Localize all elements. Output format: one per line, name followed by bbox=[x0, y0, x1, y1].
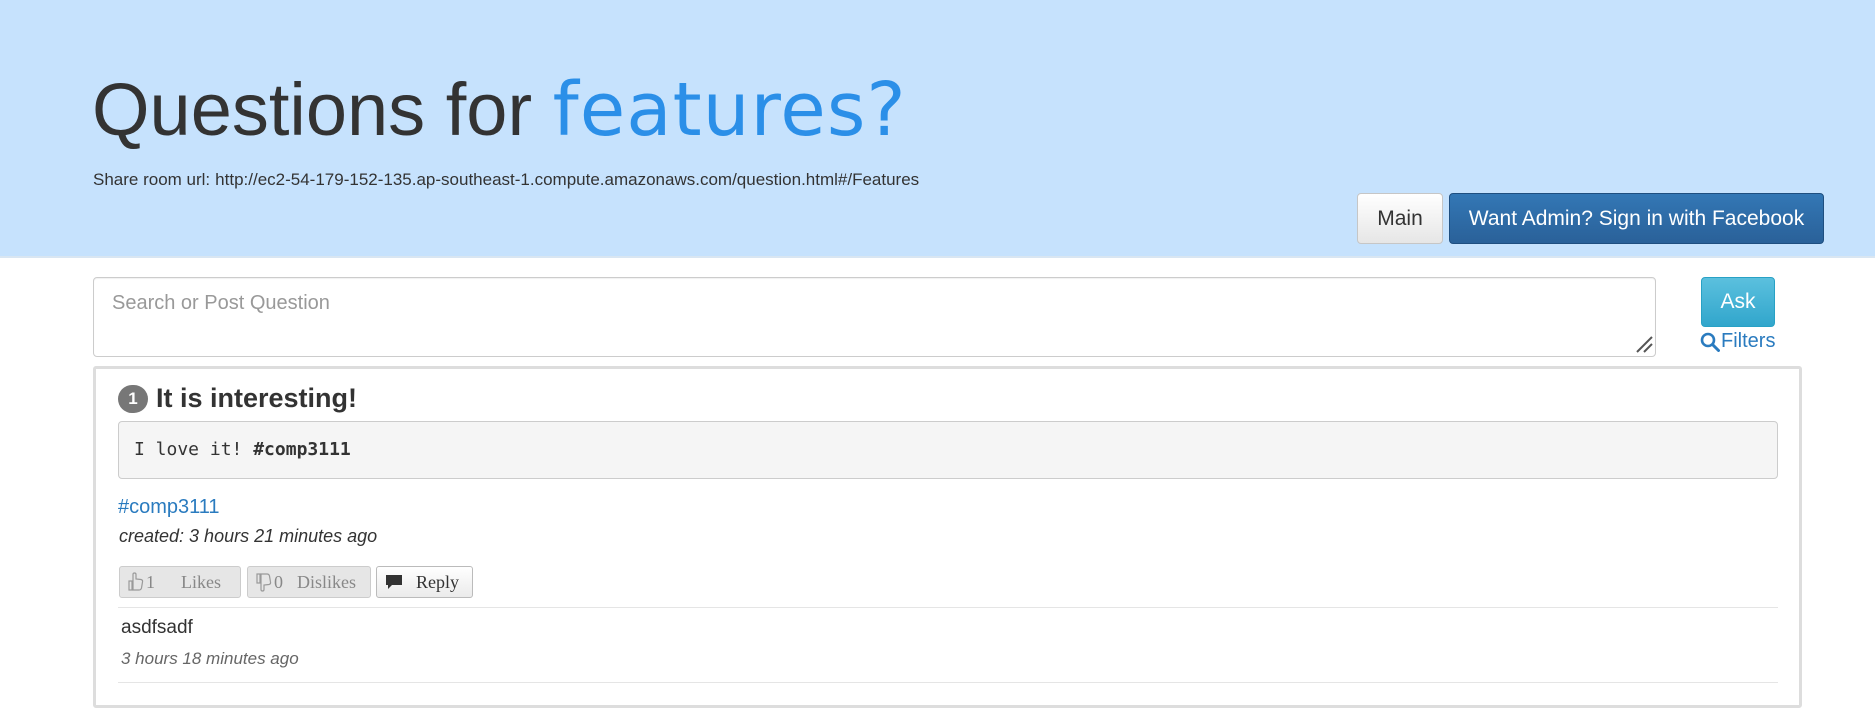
likes-button[interactable]: 1 Likes bbox=[119, 566, 241, 598]
reply-text: asdfsadf bbox=[121, 617, 193, 638]
question-title: It is interesting! bbox=[156, 383, 358, 413]
divider bbox=[118, 682, 1778, 683]
resize-handle-icon[interactable] bbox=[1633, 333, 1653, 353]
dislikes-button[interactable]: 0 Dislikes bbox=[247, 566, 371, 598]
reply-label: Reply bbox=[416, 572, 459, 592]
filters-link[interactable]: Filters bbox=[1700, 330, 1775, 353]
title-prefix: Questions for bbox=[92, 68, 533, 151]
question-header: 1 It is interesting! bbox=[118, 383, 357, 414]
share-url-label: Share room url: bbox=[93, 170, 211, 189]
question-body-tag: #comp3111 bbox=[253, 439, 351, 460]
question-number-badge: 1 bbox=[118, 384, 148, 413]
question-created-time: created: 3 hours 21 minutes ago bbox=[119, 526, 378, 546]
header-jumbotron: Questions for features? Share room url: h… bbox=[0, 0, 1875, 258]
likes-label: Likes bbox=[181, 572, 221, 592]
reply-time: 3 hours 18 minutes ago bbox=[121, 649, 299, 668]
reply-button[interactable]: Reply bbox=[376, 566, 473, 598]
question-body-text: I love it! bbox=[134, 439, 243, 460]
ask-button[interactable]: Ask bbox=[1701, 277, 1775, 327]
question-panel: 1 It is interesting! I love it! #comp311… bbox=[93, 366, 1802, 708]
comment-icon bbox=[386, 575, 402, 589]
main-button[interactable]: Main bbox=[1357, 193, 1443, 244]
facebook-signin-button[interactable]: Want Admin? Sign in with Facebook bbox=[1449, 193, 1824, 244]
share-url-value: http://ec2-54-179-152-135.ap-southeast-1… bbox=[215, 170, 920, 189]
page-title: Questions for features? bbox=[92, 66, 907, 154]
question-tag-link[interactable]: #comp3111 bbox=[118, 496, 220, 519]
likes-count: 1 bbox=[146, 572, 155, 592]
dislikes-count: 0 bbox=[274, 572, 283, 592]
question-body: I love it! #comp3111 bbox=[118, 421, 1778, 479]
thumbs-down-icon bbox=[256, 573, 272, 592]
share-room-url: Share room url: http://ec2-54-179-152-135… bbox=[93, 170, 919, 190]
dislikes-label: Dislikes bbox=[297, 572, 357, 592]
filters-label: Filters bbox=[1721, 330, 1776, 352]
thumbs-up-icon bbox=[128, 572, 144, 591]
search-icon bbox=[1700, 332, 1720, 352]
room-name: features? bbox=[552, 67, 907, 153]
divider bbox=[118, 607, 1778, 608]
search-input[interactable] bbox=[93, 277, 1656, 357]
